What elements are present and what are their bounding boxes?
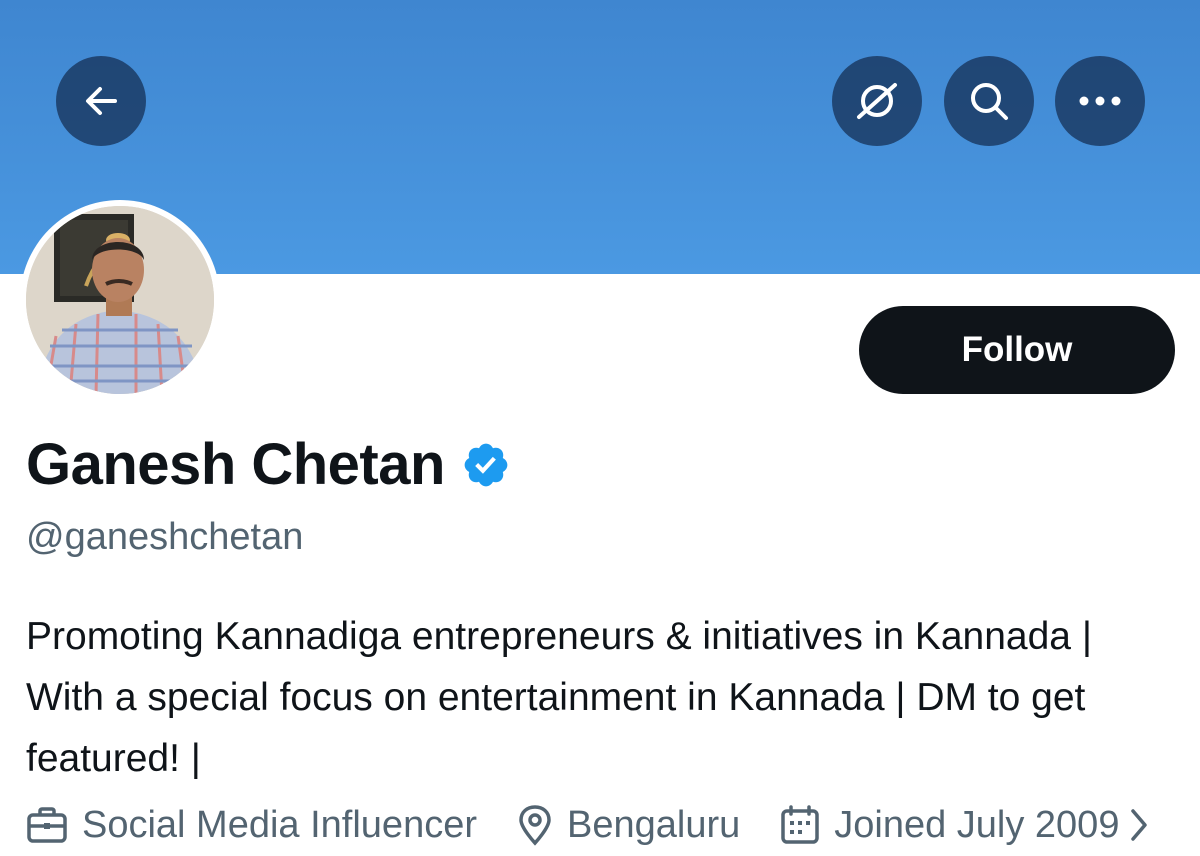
meta-location: Bengaluru xyxy=(517,800,740,850)
grok-icon xyxy=(857,83,897,119)
meta-joined: Joined July 2009 xyxy=(780,800,1119,850)
more-options-button[interactable] xyxy=(1055,56,1145,146)
meta-location-label: Bengaluru xyxy=(567,804,741,846)
back-button[interactable] xyxy=(56,56,146,146)
verified-badge-icon[interactable] xyxy=(461,440,511,490)
more-dots-icon xyxy=(1079,96,1121,106)
meta-joined-label: Joined July 2009 xyxy=(834,804,1120,846)
meta-category: Social Media Influencer xyxy=(26,800,477,850)
meta-category-label: Social Media Influencer xyxy=(82,804,477,846)
profile-meta: Social Media Influencer Bengaluru Joined… xyxy=(26,800,1149,850)
location-pin-icon xyxy=(519,805,551,846)
calendar-icon xyxy=(781,805,819,844)
chevron-right-icon[interactable] xyxy=(1129,807,1149,843)
display-name: Ganesh Chetan xyxy=(26,432,445,497)
arrow-left-icon xyxy=(86,87,117,115)
grok-button[interactable] xyxy=(832,56,922,146)
search-icon xyxy=(971,83,1008,120)
profile-handle: @ganeshchetan xyxy=(26,516,304,558)
profile-bio: Promoting Kannadiga entrepreneurs & init… xyxy=(26,615,1092,780)
follow-button[interactable]: Follow xyxy=(859,306,1175,394)
briefcase-icon xyxy=(27,807,67,843)
name-row: Ganesh Chetan xyxy=(26,430,511,500)
avatar-photo xyxy=(26,206,214,394)
avatar[interactable] xyxy=(20,200,220,400)
search-button[interactable] xyxy=(944,56,1034,146)
